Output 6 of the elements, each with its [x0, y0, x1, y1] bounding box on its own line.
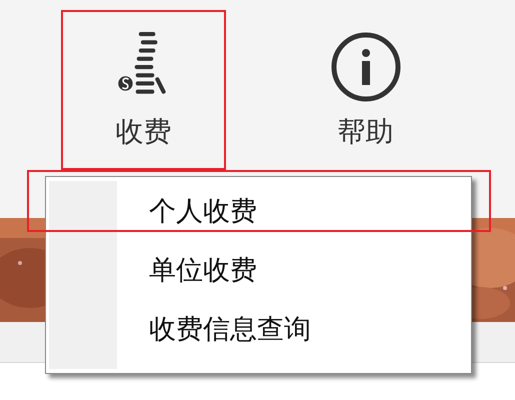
menu-item[interactable]: 个人收费: [117, 182, 471, 241]
info-icon: [330, 32, 400, 102]
menu-item[interactable]: 单位收费: [117, 241, 471, 300]
toolbar-button[interactable]: 收费: [61, 10, 226, 170]
menu-item[interactable]: 收费信息查询: [117, 300, 471, 359]
toolbar-button[interactable]: 帮助: [283, 10, 448, 170]
